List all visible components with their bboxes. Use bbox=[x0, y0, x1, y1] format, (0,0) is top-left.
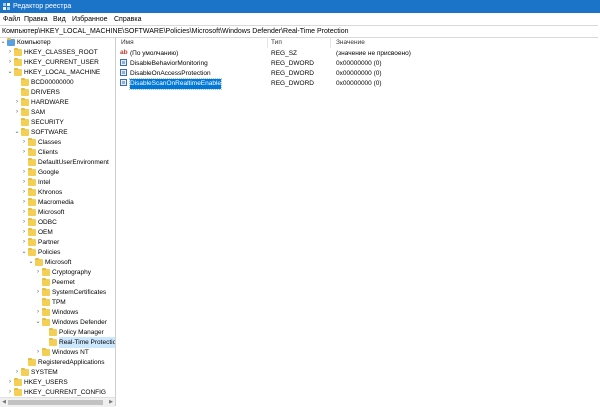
folder-icon bbox=[42, 268, 50, 276]
value-name[interactable]: DisableOnAccessProtection bbox=[130, 69, 211, 79]
value-data: 0x00000000 (0) bbox=[336, 80, 382, 87]
folder-icon bbox=[49, 328, 57, 336]
folder-icon bbox=[35, 258, 43, 266]
dword-value-icon bbox=[120, 69, 127, 76]
value-type: REG_SZ bbox=[271, 50, 298, 57]
value-data: (значение не присвоено) bbox=[336, 50, 411, 57]
folder-icon bbox=[28, 138, 36, 146]
folder-icon bbox=[28, 238, 36, 246]
title-bar: Редактор реестра bbox=[0, 0, 600, 13]
value-row[interactable]: DisableBehaviorMonitoring REG_DWORD 0x0000… bbox=[117, 59, 600, 69]
folder-icon bbox=[28, 208, 36, 216]
folder-icon bbox=[28, 178, 36, 186]
registry-tree[interactable]: ⌄ Компьютер › HKEY_CLASSES_ROOT › HKEY_CURREN… bbox=[0, 37, 116, 406]
menu-favorites[interactable]: Избранное bbox=[72, 15, 107, 24]
values-pane[interactable]: Имя Тип Значение ab (По умолчанию) REG_SZ (… bbox=[117, 37, 600, 406]
computer-icon bbox=[7, 38, 15, 46]
folder-icon bbox=[42, 318, 50, 326]
window-title: Редактор реестра bbox=[13, 3, 72, 10]
scroll-thumb[interactable] bbox=[8, 400, 103, 405]
menu-file[interactable]: Файл bbox=[3, 15, 20, 24]
column-header-name[interactable]: Имя bbox=[121, 37, 134, 48]
column-divider[interactable] bbox=[330, 37, 331, 48]
folder-icon bbox=[28, 198, 36, 206]
value-data: 0x00000000 (0) bbox=[336, 60, 382, 67]
folder-icon bbox=[28, 188, 36, 196]
value-data: 0x00000000 (0) bbox=[336, 70, 382, 77]
value-row[interactable]: DisableOnAccessProtection REG_DWORD 0x0000… bbox=[117, 69, 600, 79]
folder-icon bbox=[14, 388, 22, 396]
value-row[interactable]: ab (По умолчанию) REG_SZ (значение не присв… bbox=[117, 49, 600, 59]
menu-help[interactable]: Справка bbox=[114, 15, 141, 24]
menu-view[interactable]: Вид bbox=[53, 15, 66, 24]
folder-icon bbox=[21, 108, 29, 116]
folder-icon bbox=[28, 228, 36, 236]
folder-icon bbox=[21, 78, 29, 86]
folder-icon bbox=[28, 148, 36, 156]
folder-icon bbox=[14, 48, 22, 56]
value-name[interactable]: DisableBehaviorMonitoring bbox=[130, 59, 208, 69]
folder-icon bbox=[28, 358, 36, 366]
folder-icon bbox=[14, 58, 22, 66]
folder-icon bbox=[21, 368, 29, 376]
folder-icon bbox=[21, 88, 29, 96]
menu-edit[interactable]: Правка bbox=[24, 15, 48, 24]
folder-icon bbox=[42, 308, 50, 316]
column-divider[interactable] bbox=[267, 37, 268, 48]
folder-icon bbox=[42, 278, 50, 286]
value-type: REG_DWORD bbox=[271, 60, 314, 67]
folder-icon bbox=[21, 98, 29, 106]
folder-icon bbox=[14, 68, 22, 76]
folder-icon bbox=[49, 338, 57, 346]
folder-icon bbox=[28, 248, 36, 256]
menu-bar: Файл Правка Вид Избранное Справка bbox=[0, 13, 600, 25]
value-name[interactable]: (По умолчанию) bbox=[130, 49, 178, 59]
string-value-icon: ab bbox=[120, 49, 128, 56]
value-type: REG_DWORD bbox=[271, 80, 314, 87]
folder-icon bbox=[14, 378, 22, 386]
registry-editor-icon bbox=[3, 3, 10, 10]
folder-icon bbox=[42, 288, 50, 296]
folder-icon bbox=[28, 158, 36, 166]
address-path[interactable]: Компьютер\HKEY_LOCAL_MACHINE\SOFTWARE\Po… bbox=[2, 26, 349, 37]
folder-icon bbox=[28, 218, 36, 226]
folder-icon bbox=[21, 128, 29, 136]
folder-icon bbox=[42, 348, 50, 356]
folder-icon bbox=[28, 168, 36, 176]
folder-icon bbox=[42, 298, 50, 306]
dword-value-icon bbox=[120, 79, 127, 86]
value-name[interactable]: DisableScanOnRealtimeEnable bbox=[128, 78, 223, 90]
column-header-type[interactable]: Тип bbox=[271, 37, 282, 48]
value-row[interactable]: DisableScanOnRealtimeEnable REG_DWORD 0x00… bbox=[117, 78, 600, 90]
dword-value-icon bbox=[120, 59, 127, 66]
value-type: REG_DWORD bbox=[271, 70, 314, 77]
folder-icon bbox=[21, 118, 29, 126]
column-header-value[interactable]: Значение bbox=[336, 37, 365, 48]
